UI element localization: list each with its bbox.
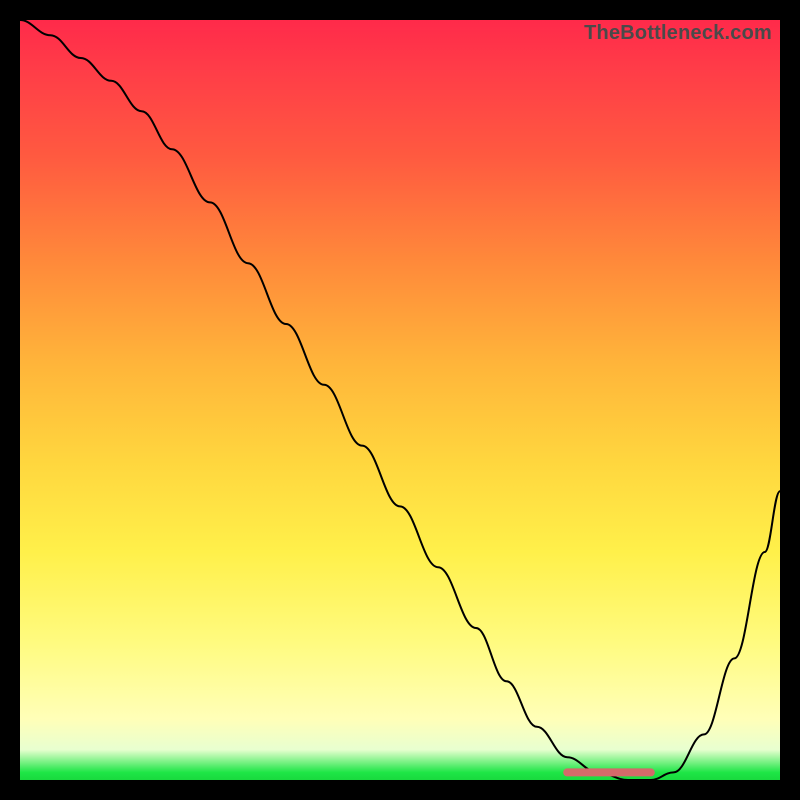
chart-frame: TheBottleneck.com bbox=[20, 20, 780, 780]
chart-curve-layer bbox=[20, 20, 780, 780]
bottleneck-curve bbox=[20, 20, 780, 780]
